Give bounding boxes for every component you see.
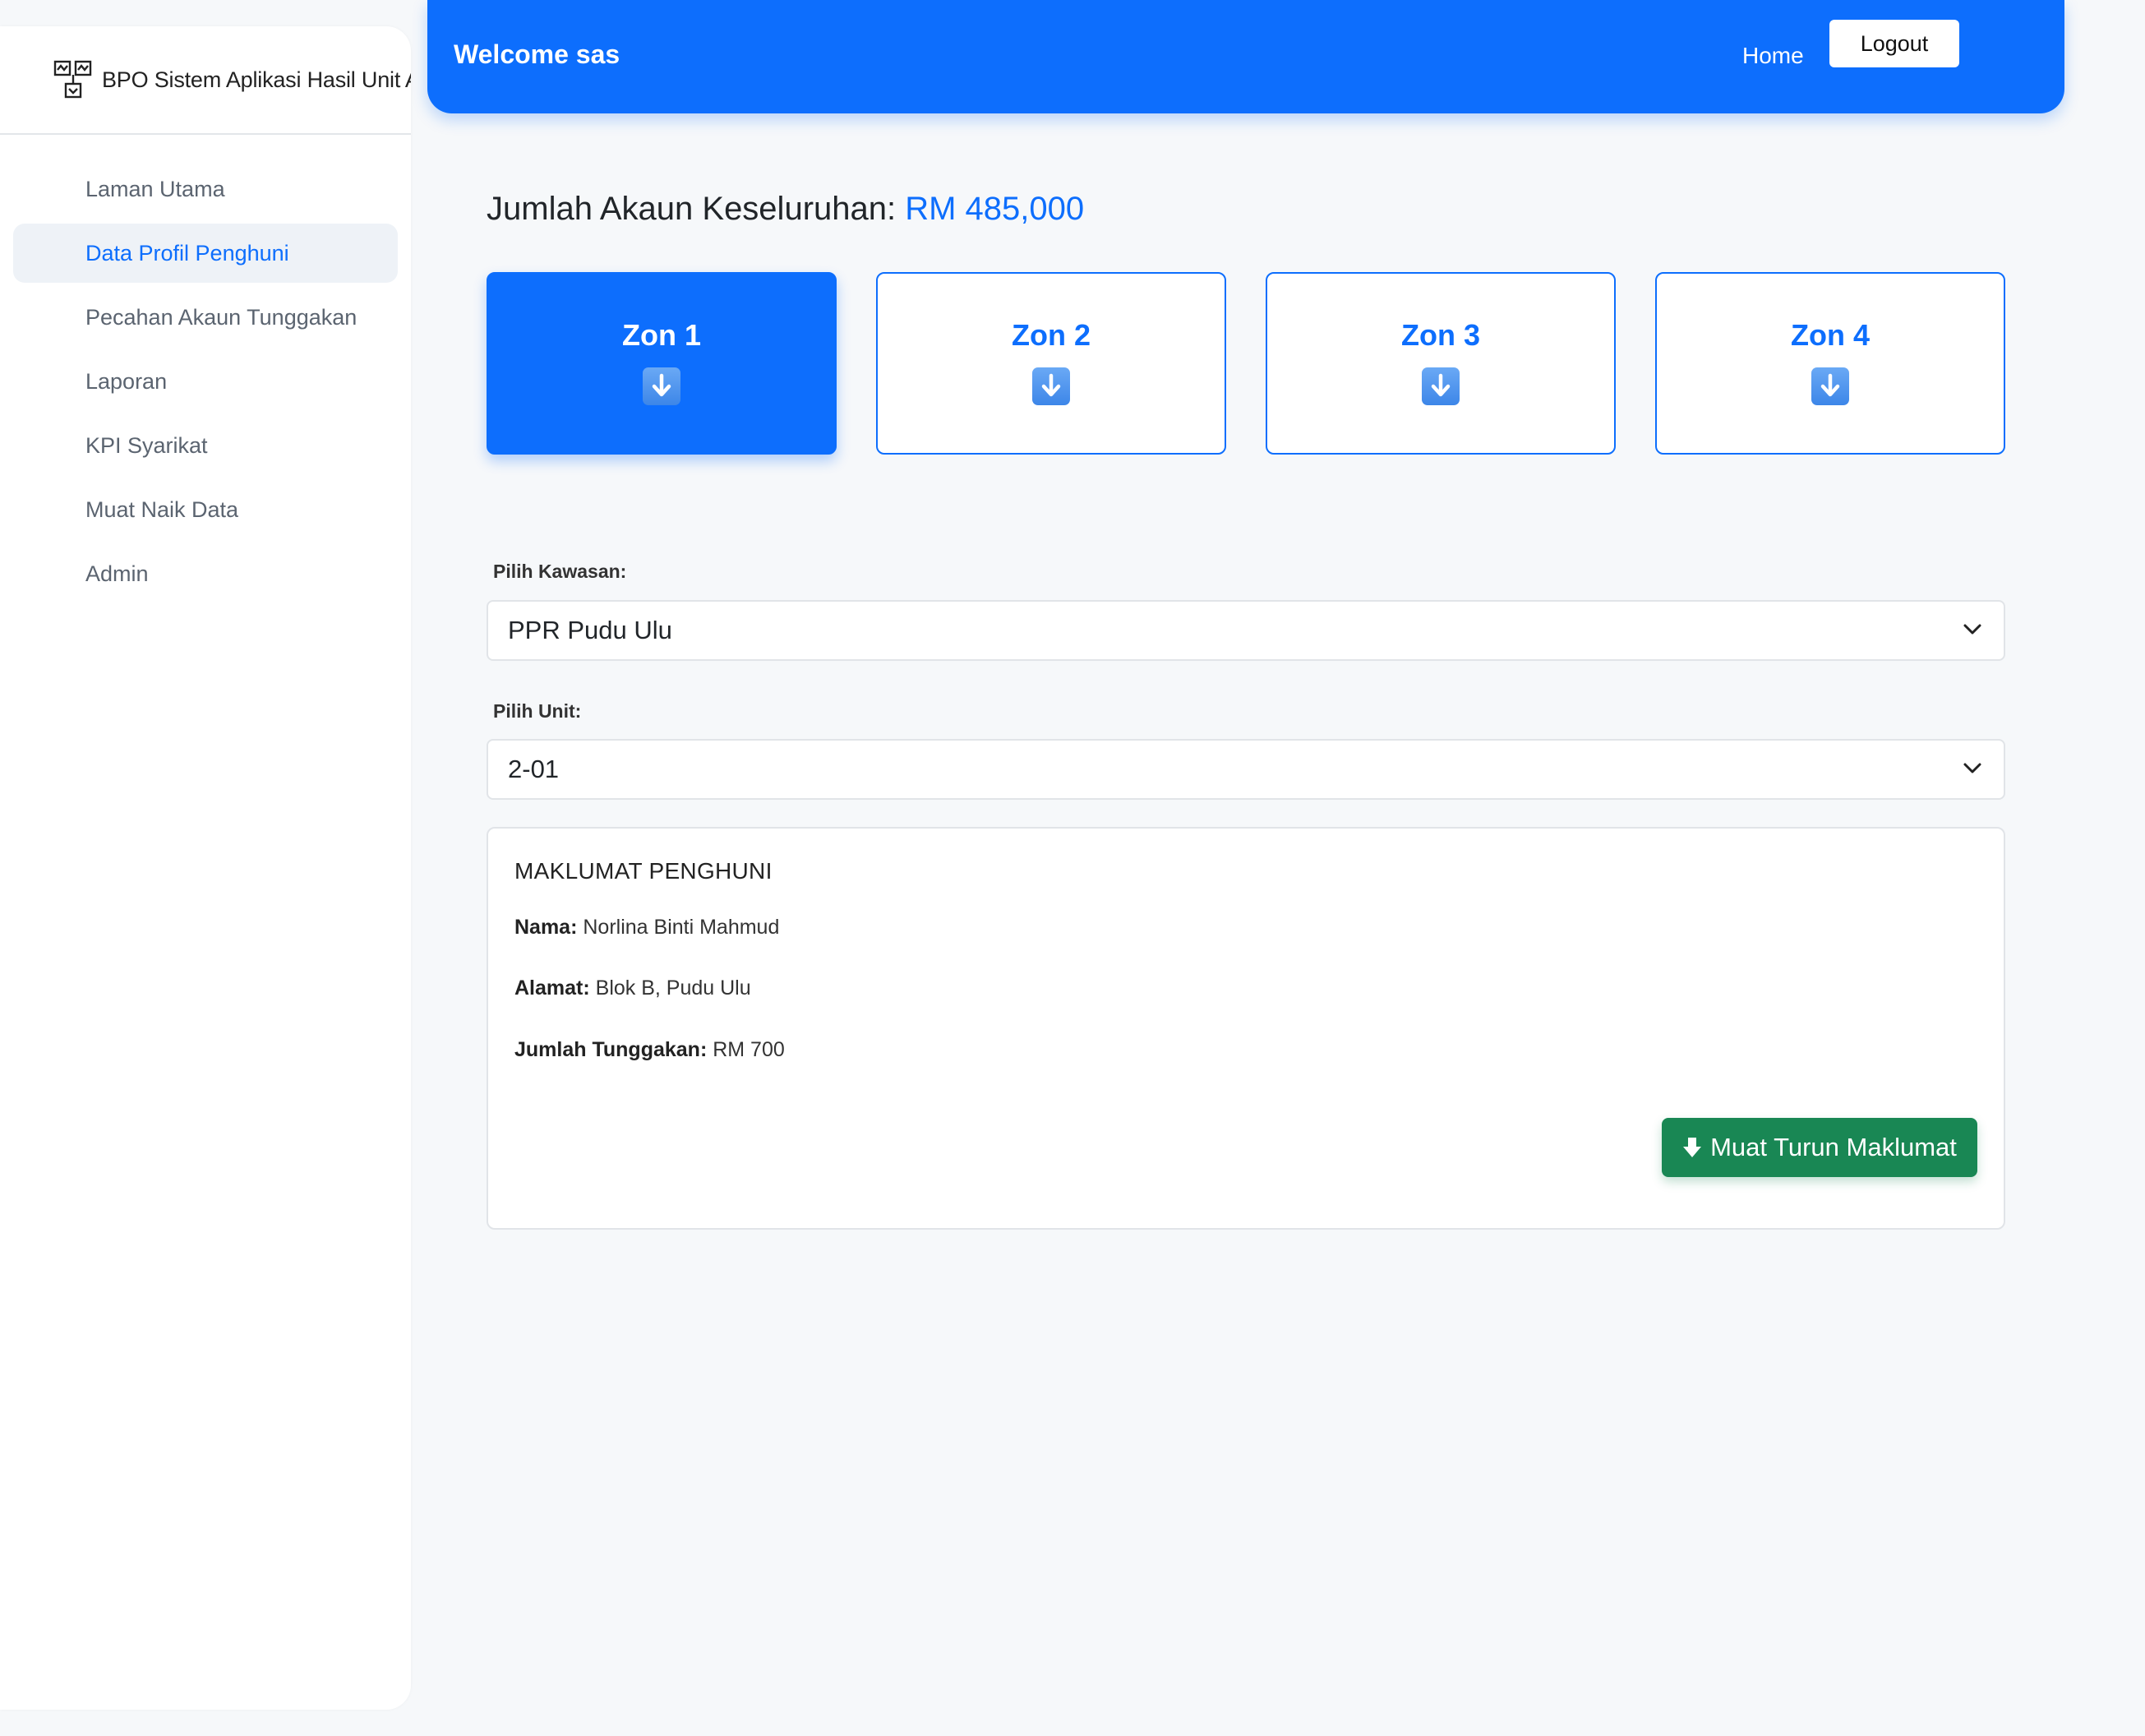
kawasan-selected-value: PPR Pudu Ulu [508,616,672,644]
kawasan-select[interactable]: PPR Pudu Ulu [487,600,2005,661]
sidebar-item-pecahan-akaun-tunggakan[interactable]: Pecahan Akaun Tunggakan [13,288,398,347]
zone-card-2[interactable]: Zon 2 [876,272,1226,455]
arrow-down-icon [1422,367,1460,405]
kawasan-label: Pilih Kawasan: [493,561,627,582]
chevron-down-icon [1963,763,1981,773]
download-info-button[interactable]: Muat Turun Maklumat [1662,1118,1977,1177]
brand-title: BPO Sistem Aplikasi Hasil Unit A [102,67,411,92]
arrow-down-icon [1811,367,1849,405]
zone-label: Zon 3 [1401,318,1480,352]
sitemap-icon [53,60,92,99]
total-accounts-summary: Jumlah Akaun Keseluruhan: RM 485,000 [487,191,1084,228]
unit-select[interactable]: 2-01 [487,739,2005,800]
sidebar-item-laporan[interactable]: Laporan [13,352,398,411]
welcome-text: Welcome sas [454,39,620,69]
unit-label: Pilih Unit: [493,700,582,722]
home-link[interactable]: Home [1742,43,1804,69]
download-arrow-icon [1683,1138,1702,1157]
sidebar-item-admin[interactable]: Admin [13,544,398,603]
nama-value: Norlina Binti Mahmud [583,916,780,939]
info-row-nama: Nama: Norlina Binti Mahmud [514,916,779,940]
zone-label: Zon 4 [1791,318,1870,352]
brand[interactable]: BPO Sistem Aplikasi Hasil Unit A [0,26,411,135]
sidebar-item-muat-naik-data[interactable]: Muat Naik Data [13,480,398,539]
summary-label: Jumlah Akaun Keseluruhan: [487,191,897,227]
top-navbar: Welcome sas Home Logout [427,0,2064,113]
zone-card-3[interactable]: Zon 3 [1266,272,1616,455]
zone-card-1[interactable]: Zon 1 [487,272,837,455]
logout-button[interactable]: Logout [1829,20,1959,67]
nama-label: Nama: [514,916,578,939]
resident-info-card: MAKLUMAT PENGHUNI Nama: Norlina Binti Ma… [487,827,2005,1230]
sidebar-nav: Laman Utama Data Profil Penghuni Pecahan… [0,135,411,603]
tunggakan-value: RM 700 [713,1038,785,1061]
info-row-alamat: Alamat: Blok B, Pudu Ulu [514,976,751,1000]
sidebar-item-laman-utama[interactable]: Laman Utama [13,159,398,219]
arrow-down-icon [643,367,680,405]
info-row-tunggakan: Jumlah Tunggakan: RM 700 [514,1038,785,1062]
zone-card-4[interactable]: Zon 4 [1655,272,2005,455]
zone-label: Zon 2 [1012,318,1091,352]
tunggakan-label: Jumlah Tunggakan: [514,1038,708,1061]
info-card-title: MAKLUMAT PENGHUNI [514,858,773,884]
arrow-down-icon [1032,367,1070,405]
alamat-label: Alamat: [514,976,590,1000]
sidebar: BPO Sistem Aplikasi Hasil Unit A Laman U… [0,26,411,1710]
zone-label: Zon 1 [622,318,701,352]
alamat-value: Blok B, Pudu Ulu [595,976,751,1000]
unit-selected-value: 2-01 [508,755,560,783]
sidebar-item-kpi-syarikat[interactable]: KPI Syarikat [13,416,398,475]
summary-amount: RM 485,000 [905,191,1085,227]
chevron-down-icon [1963,624,1981,635]
download-button-label: Muat Turun Maklumat [1710,1133,1957,1161]
sidebar-item-data-profil-penghuni[interactable]: Data Profil Penghuni [13,224,398,283]
